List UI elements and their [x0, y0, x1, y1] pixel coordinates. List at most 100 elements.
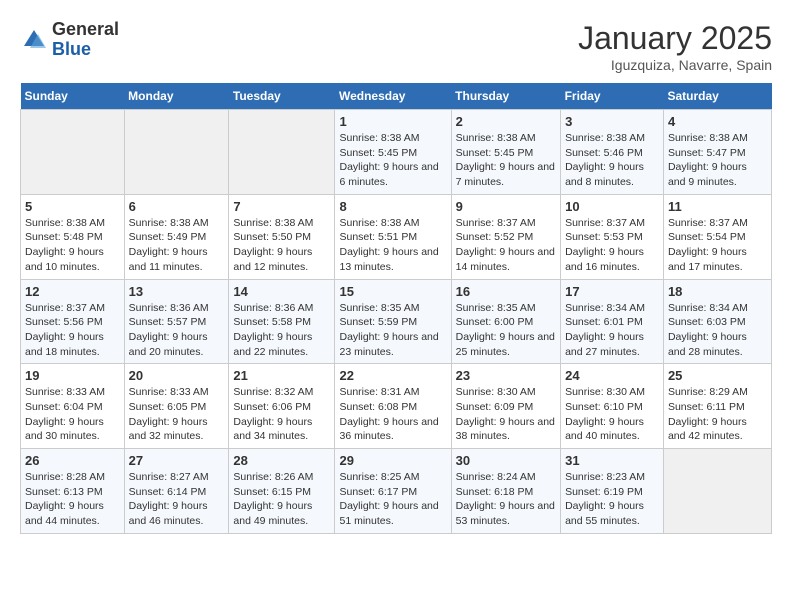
day-info: Sunrise: 8:30 AM Sunset: 6:09 PM Dayligh… [456, 385, 556, 444]
day-number: 3 [565, 114, 659, 129]
day-info: Sunrise: 8:38 AM Sunset: 5:50 PM Dayligh… [233, 216, 330, 275]
calendar-cell: 13Sunrise: 8:36 AM Sunset: 5:57 PM Dayli… [124, 279, 229, 364]
day-info: Sunrise: 8:26 AM Sunset: 6:15 PM Dayligh… [233, 470, 330, 529]
day-number: 21 [233, 368, 330, 383]
calendar-cell [21, 110, 125, 195]
calendar-cell: 10Sunrise: 8:37 AM Sunset: 5:53 PM Dayli… [561, 194, 664, 279]
calendar-cell: 23 Sunrise: 8:30 AM Sunset: 6:09 PM Dayli… [451, 364, 560, 449]
day-number: 25 [668, 368, 767, 383]
calendar-week-row: 5Sunrise: 8:38 AM Sunset: 5:48 PM Daylig… [21, 194, 772, 279]
calendar-cell: 19 Sunrise: 8:33 AM Sunset: 6:04 PM Dayli… [21, 364, 125, 449]
day-number: 15 [339, 284, 446, 299]
day-info: Sunrise: 8:33 AM Sunset: 6:04 PM Dayligh… [25, 385, 120, 444]
day-info: Sunrise: 8:35 AM Sunset: 6:00 PM Dayligh… [456, 301, 556, 360]
day-info: Sunrise: 8:31 AM Sunset: 6:08 PM Dayligh… [339, 385, 446, 444]
day-info: Sunrise: 8:38 AM Sunset: 5:45 PM Dayligh… [339, 131, 446, 190]
calendar-cell: 25 Sunrise: 8:29 AM Sunset: 6:11 PM Dayli… [663, 364, 771, 449]
logo-blue-text: Blue [52, 39, 91, 59]
calendar-cell: 16 Sunrise: 8:35 AM Sunset: 6:00 PM Dayli… [451, 279, 560, 364]
day-info: Sunrise: 8:37 AM Sunset: 5:56 PM Dayligh… [25, 301, 120, 360]
day-number: 22 [339, 368, 446, 383]
calendar-cell: 7 Sunrise: 8:38 AM Sunset: 5:50 PM Daylig… [229, 194, 335, 279]
day-info: Sunrise: 8:38 AM Sunset: 5:47 PM Dayligh… [668, 131, 767, 190]
logo-general-text: General [52, 19, 119, 39]
weekday-header: Sunday [21, 83, 125, 110]
day-info: Sunrise: 8:37 AM Sunset: 5:54 PM Dayligh… [668, 216, 767, 275]
calendar-cell: 4 Sunrise: 8:38 AM Sunset: 5:47 PM Daylig… [663, 110, 771, 195]
page-header: General Blue January 2025 Iguzquiza, Nav… [20, 20, 772, 73]
day-number: 27 [129, 453, 225, 468]
day-info: Sunrise: 8:29 AM Sunset: 6:11 PM Dayligh… [668, 385, 767, 444]
day-number: 12 [25, 284, 120, 299]
day-number: 24 [565, 368, 659, 383]
calendar-cell: 31Sunrise: 8:23 AM Sunset: 6:19 PM Dayli… [561, 449, 664, 534]
calendar-cell: 15Sunrise: 8:35 AM Sunset: 5:59 PM Dayli… [335, 279, 451, 364]
calendar-cell: 21 Sunrise: 8:32 AM Sunset: 6:06 PM Dayli… [229, 364, 335, 449]
calendar-cell: 18Sunrise: 8:34 AM Sunset: 6:03 PM Dayli… [663, 279, 771, 364]
calendar-cell: 29 Sunrise: 8:25 AM Sunset: 6:17 PM Dayli… [335, 449, 451, 534]
day-info: Sunrise: 8:25 AM Sunset: 6:17 PM Dayligh… [339, 470, 446, 529]
calendar-cell: 9 Sunrise: 8:37 AM Sunset: 5:52 PM Daylig… [451, 194, 560, 279]
calendar-table: SundayMondayTuesdayWednesdayThursdayFrid… [20, 83, 772, 534]
calendar-week-row: 19 Sunrise: 8:33 AM Sunset: 6:04 PM Dayli… [21, 364, 772, 449]
calendar-cell: 3 Sunrise: 8:38 AM Sunset: 5:46 PM Daylig… [561, 110, 664, 195]
day-info: Sunrise: 8:36 AM Sunset: 5:58 PM Dayligh… [233, 301, 330, 360]
weekday-header: Thursday [451, 83, 560, 110]
day-info: Sunrise: 8:32 AM Sunset: 6:06 PM Dayligh… [233, 385, 330, 444]
day-number: 6 [129, 199, 225, 214]
day-number: 30 [456, 453, 556, 468]
calendar-cell: 27 Sunrise: 8:27 AM Sunset: 6:14 PM Dayli… [124, 449, 229, 534]
calendar-cell: 11 Sunrise: 8:37 AM Sunset: 5:54 PM Dayli… [663, 194, 771, 279]
day-number: 2 [456, 114, 556, 129]
day-info: Sunrise: 8:33 AM Sunset: 6:05 PM Dayligh… [129, 385, 225, 444]
day-info: Sunrise: 8:30 AM Sunset: 6:10 PM Dayligh… [565, 385, 659, 444]
calendar-week-row: 12 Sunrise: 8:37 AM Sunset: 5:56 PM Dayli… [21, 279, 772, 364]
calendar-week-row: 26 Sunrise: 8:28 AM Sunset: 6:13 PM Dayli… [21, 449, 772, 534]
day-number: 11 [668, 199, 767, 214]
day-number: 14 [233, 284, 330, 299]
day-number: 29 [339, 453, 446, 468]
day-number: 5 [25, 199, 120, 214]
calendar-cell: 2 Sunrise: 8:38 AM Sunset: 5:45 PM Daylig… [451, 110, 560, 195]
day-number: 23 [456, 368, 556, 383]
day-number: 19 [25, 368, 120, 383]
title-block: January 2025 Iguzquiza, Navarre, Spain [578, 20, 772, 73]
day-number: 13 [129, 284, 225, 299]
weekday-header: Wednesday [335, 83, 451, 110]
logo-icon [20, 26, 48, 54]
day-number: 18 [668, 284, 767, 299]
day-info: Sunrise: 8:38 AM Sunset: 5:49 PM Dayligh… [129, 216, 225, 275]
day-info: Sunrise: 8:23 AM Sunset: 6:19 PM Dayligh… [565, 470, 659, 529]
weekday-header: Monday [124, 83, 229, 110]
calendar-cell: 26 Sunrise: 8:28 AM Sunset: 6:13 PM Dayli… [21, 449, 125, 534]
day-info: Sunrise: 8:38 AM Sunset: 5:46 PM Dayligh… [565, 131, 659, 190]
day-number: 16 [456, 284, 556, 299]
weekday-header: Saturday [663, 83, 771, 110]
location-text: Iguzquiza, Navarre, Spain [578, 57, 772, 73]
day-number: 8 [339, 199, 446, 214]
calendar-cell: 5Sunrise: 8:38 AM Sunset: 5:48 PM Daylig… [21, 194, 125, 279]
day-number: 17 [565, 284, 659, 299]
calendar-cell: 22 Sunrise: 8:31 AM Sunset: 6:08 PM Dayli… [335, 364, 451, 449]
calendar-cell: 24 Sunrise: 8:30 AM Sunset: 6:10 PM Dayli… [561, 364, 664, 449]
day-info: Sunrise: 8:28 AM Sunset: 6:13 PM Dayligh… [25, 470, 120, 529]
calendar-cell: 8 Sunrise: 8:38 AM Sunset: 5:51 PM Daylig… [335, 194, 451, 279]
calendar-cell: 17Sunrise: 8:34 AM Sunset: 6:01 PM Dayli… [561, 279, 664, 364]
day-number: 1 [339, 114, 446, 129]
day-number: 4 [668, 114, 767, 129]
weekday-header: Tuesday [229, 83, 335, 110]
day-number: 28 [233, 453, 330, 468]
calendar-cell: 14 Sunrise: 8:36 AM Sunset: 5:58 PM Dayli… [229, 279, 335, 364]
weekday-header-row: SundayMondayTuesdayWednesdayThursdayFrid… [21, 83, 772, 110]
day-number: 10 [565, 199, 659, 214]
day-info: Sunrise: 8:38 AM Sunset: 5:51 PM Dayligh… [339, 216, 446, 275]
day-number: 20 [129, 368, 225, 383]
day-number: 9 [456, 199, 556, 214]
calendar-cell [124, 110, 229, 195]
day-number: 26 [25, 453, 120, 468]
day-info: Sunrise: 8:38 AM Sunset: 5:45 PM Dayligh… [456, 131, 556, 190]
calendar-cell: 1 Sunrise: 8:38 AM Sunset: 5:45 PM Daylig… [335, 110, 451, 195]
day-info: Sunrise: 8:37 AM Sunset: 5:52 PM Dayligh… [456, 216, 556, 275]
day-info: Sunrise: 8:27 AM Sunset: 6:14 PM Dayligh… [129, 470, 225, 529]
day-number: 7 [233, 199, 330, 214]
